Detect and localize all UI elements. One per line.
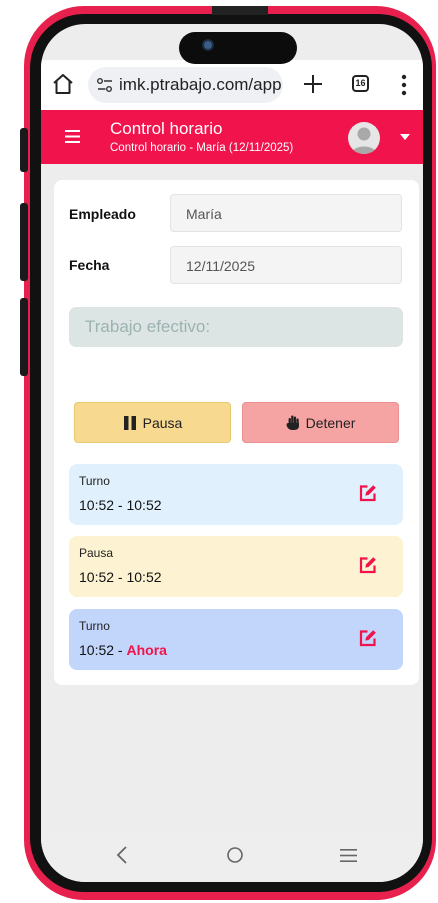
avatar[interactable] [348,122,380,154]
list-item: Turno 10:52 - Ahora [69,609,403,670]
back-icon[interactable] [116,846,128,864]
more-vert-icon[interactable] [401,74,407,96]
time-tracking-card: Empleado María Fecha 12/11/2025 Trabajo … [54,180,419,685]
tab-count: 16 [355,78,366,88]
tabs-icon[interactable]: 16 [352,75,369,92]
stop-button-label: Detener [305,414,356,431]
app-header: Control horario Control horario - María … [41,110,423,164]
page-subtitle: Control horario - María (12/11/2025) [110,142,294,154]
home-circle-icon[interactable] [227,847,243,863]
camera-island [179,32,297,64]
page-title: Control horario [110,119,223,138]
pause-icon [123,415,136,430]
date-field[interactable]: 12/11/2025 [170,246,402,284]
phone-screen: imk.ptrabajo.com/app 16 Control horario … [41,24,423,882]
phone-side-button [20,128,28,172]
phone-top-edge [212,6,268,15]
chevron-down-icon[interactable] [400,134,410,141]
entry-time: 10:52 - 10:52 [79,569,162,585]
url-text[interactable]: imk.ptrabajo.com/app [119,75,282,95]
list-item: Pausa 10:52 - 10:52 [69,536,403,597]
phone-side-button [20,203,28,281]
employee-field[interactable]: María [170,194,402,232]
edit-icon[interactable] [359,629,377,647]
system-nav-bar [41,832,423,882]
pause-button-label: Pausa [142,414,183,431]
user-icon [351,127,377,154]
edit-icon[interactable] [359,556,377,574]
home-icon[interactable] [51,72,75,96]
entry-time: 10:52 - 10:52 [79,497,162,513]
entry-type: Turno [79,619,110,633]
address-bar[interactable]: imk.ptrabajo.com/app [88,67,283,103]
edit-icon[interactable] [359,484,377,502]
entry-type: Pausa [79,546,114,560]
menu-icon[interactable] [65,130,80,143]
list-item: Turno 10:52 - 10:52 [69,464,403,525]
stop-button[interactable]: Detener [242,402,399,443]
phone-side-button [20,298,28,376]
plus-icon[interactable] [301,72,325,96]
camera-lens-icon [204,41,212,49]
effective-work-display: Trabajo efectivo: [69,307,403,347]
pause-button[interactable]: Pausa [74,402,231,443]
entry-start-time: 10:52 - [79,642,127,658]
entry-type: Turno [79,474,110,488]
recent-apps-icon[interactable] [340,849,357,862]
hand-icon [286,415,299,430]
employee-label: Empleado [69,206,136,222]
tune-icon[interactable] [96,77,114,93]
date-label: Fecha [69,257,110,273]
browser-toolbar: imk.ptrabajo.com/app 16 [41,60,423,110]
entry-now-label: Ahora [126,642,167,658]
entry-time: 10:52 - Ahora [79,642,167,658]
